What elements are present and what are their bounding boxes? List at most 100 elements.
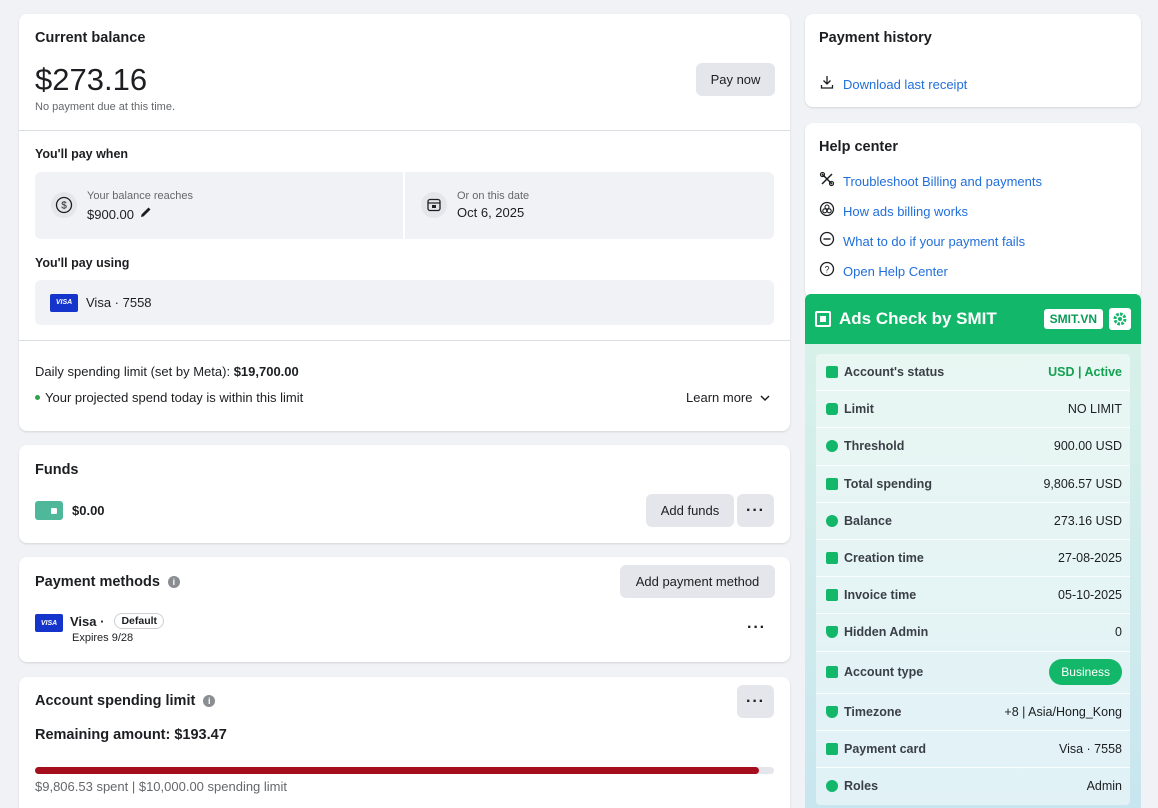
smit-row-value: 05-10-2025 <box>1058 588 1122 603</box>
visa-logo: VISA <box>50 293 78 312</box>
green-dot-icon <box>35 395 40 400</box>
question-circle-icon: ? <box>819 261 835 282</box>
pay-now-button[interactable]: Pay now <box>696 63 775 96</box>
help-center-title: Help center <box>819 139 898 155</box>
smit-row-label: Invoice time <box>844 588 917 603</box>
smit-row-label: Account's status <box>844 365 945 380</box>
smit-row-account-type: Account type Business <box>816 652 1130 694</box>
current-balance-card: Current balance $273.16 No payment due a… <box>19 14 790 431</box>
smit-row-roles: Roles Admin <box>816 768 1130 805</box>
tools-icon <box>819 171 835 192</box>
help-link-troubleshoot[interactable]: Troubleshoot Billing and payments <box>819 171 1042 192</box>
smit-row-label: Payment card <box>844 741 926 756</box>
smit-row-balance: Balance 273.16 USD <box>816 503 1130 540</box>
calendar-icon <box>421 192 447 218</box>
account-type-badge: Business <box>1049 659 1122 685</box>
gear-icon[interactable] <box>1109 308 1131 330</box>
pay-using-card-row[interactable]: VISA Visa · 7558 <box>35 280 774 325</box>
smit-row-label: Total spending <box>844 476 932 491</box>
smit-row-label: Threshold <box>844 439 905 454</box>
smit-panel: Ads Check by SMIT SMIT.VN Account's stat… <box>805 294 1141 808</box>
funds-title: Funds <box>35 462 79 478</box>
calendar-icon <box>826 552 838 565</box>
smit-row-threshold: Threshold 900.00 USD <box>816 428 1130 466</box>
date-label: Or on this date <box>457 190 530 202</box>
svg-text:?: ? <box>824 265 829 275</box>
payment-history-title: Payment history <box>819 30 932 46</box>
learn-more-button[interactable]: Learn more <box>686 390 771 405</box>
daily-limit-value: $19,700.00 <box>233 364 299 379</box>
spending-limit-header: Account spending limit i <box>35 693 216 709</box>
info-icon[interactable]: i <box>203 695 216 707</box>
help-link-ads-billing[interactable]: How ads billing works <box>819 201 968 222</box>
learn-more-label: Learn more <box>686 390 753 405</box>
smit-row-value: 9,806.57 USD <box>1043 476 1122 491</box>
current-balance-title: Current balance <box>35 30 146 46</box>
add-payment-method-button[interactable]: Add payment method <box>620 565 775 598</box>
smit-row-invoice-time: Invoice time 05-10-2025 <box>816 577 1130 615</box>
spending-summary: $9,806.53 spent | $10,000.00 spending li… <box>35 779 288 794</box>
help-link-payment-fails[interactable]: What to do if your payment fails <box>819 231 1025 252</box>
balance-note: No payment due at this time. <box>35 101 176 113</box>
smit-row-hidden-admin: Hidden Admin 0 <box>816 614 1130 652</box>
payment-methods-card: Payment methods i Add payment method VIS… <box>19 557 790 662</box>
card-expiry: Expires 9/28 <box>72 632 134 644</box>
pay-using-title: You'll pay using <box>35 256 130 270</box>
pay-using-card: Visa · 7558 <box>86 295 152 310</box>
cubes-icon <box>819 201 835 222</box>
smit-row-creation-time: Creation time 27-08-2025 <box>816 540 1130 578</box>
remaining-amount: Remaining amount: $193.47 <box>35 727 227 743</box>
spending-progress-fill <box>35 767 760 774</box>
smit-row-payment-card: Payment card Visa · 7558 <box>816 731 1130 768</box>
invoice-icon <box>826 589 838 602</box>
help-link-label: How ads billing works <box>843 204 968 219</box>
date-box: Or on this date Oct 6, 2025 <box>405 172 774 239</box>
spending-limit-more-button[interactable]: ··· <box>737 685 774 718</box>
spending-limit-title: Account spending limit <box>35 693 196 709</box>
smit-row-value: USD | Active <box>1048 365 1122 380</box>
gauge-icon <box>826 440 838 453</box>
smit-info-list: Account's status USD | Active Limit NO LIM… <box>816 354 1130 806</box>
minus-circle-icon <box>819 231 835 252</box>
spending-limit-card: Account spending limit i ··· Remaining a… <box>19 677 790 808</box>
help-link-label: What to do if your payment fails <box>843 234 1026 249</box>
download-receipt-link[interactable]: Download last receipt <box>819 74 967 95</box>
smit-header: Ads Check by SMIT SMIT.VN <box>805 294 1141 344</box>
wallet-icon <box>35 501 63 520</box>
smit-row-value: Visa · 7558 <box>1058 741 1122 756</box>
help-link-label: Open Help Center <box>843 264 948 279</box>
smit-row-value: 0 <box>1115 625 1122 640</box>
threshold-label: Your balance reaches <box>87 190 194 202</box>
smit-row-timezone: Timezone +8 | Asia/Hong_Kong <box>816 694 1130 731</box>
dollar-icon <box>826 514 838 527</box>
id-card-icon <box>826 666 838 678</box>
smit-row-label: Creation time <box>844 551 924 566</box>
pay-when-title: You'll pay when <box>35 147 129 161</box>
smit-row-value: +8 | Asia/Hong_Kong <box>1004 704 1122 719</box>
payment-method-more-button[interactable]: ··· <box>747 619 766 637</box>
smit-row-label: Account type <box>844 665 924 679</box>
shield-icon <box>826 626 838 639</box>
projected-row: Your projected spend today is within thi… <box>35 390 303 405</box>
funds-more-button[interactable]: ··· <box>737 494 774 527</box>
users-icon <box>826 780 838 793</box>
smit-row-value: 273.16 USD <box>1053 513 1122 528</box>
smit-logo-icon <box>815 311 831 327</box>
svg-text:$: $ <box>61 201 67 212</box>
dollar-icon: $ <box>51 192 77 218</box>
smit-row-value: Admin <box>1086 779 1122 794</box>
threshold-value: $900.00 <box>87 206 134 222</box>
smit-row-label: Roles <box>844 779 879 794</box>
smit-site-tag[interactable]: SMIT.VN <box>1043 309 1103 329</box>
smit-row-label: Limit <box>844 402 874 417</box>
chevron-down-icon <box>760 390 771 405</box>
card-icon <box>826 403 838 416</box>
edit-pencil-icon[interactable] <box>140 205 152 223</box>
balance-amount: $273.16 <box>35 62 148 97</box>
help-link-open-help-center[interactable]: ? Open Help Center <box>819 261 948 282</box>
wallet-icon <box>826 477 838 490</box>
add-funds-button[interactable]: Add funds <box>646 494 734 527</box>
download-receipt-label: Download last receipt <box>843 77 968 92</box>
smit-row-label: Hidden Admin <box>844 625 929 640</box>
info-icon[interactable]: i <box>167 576 180 588</box>
